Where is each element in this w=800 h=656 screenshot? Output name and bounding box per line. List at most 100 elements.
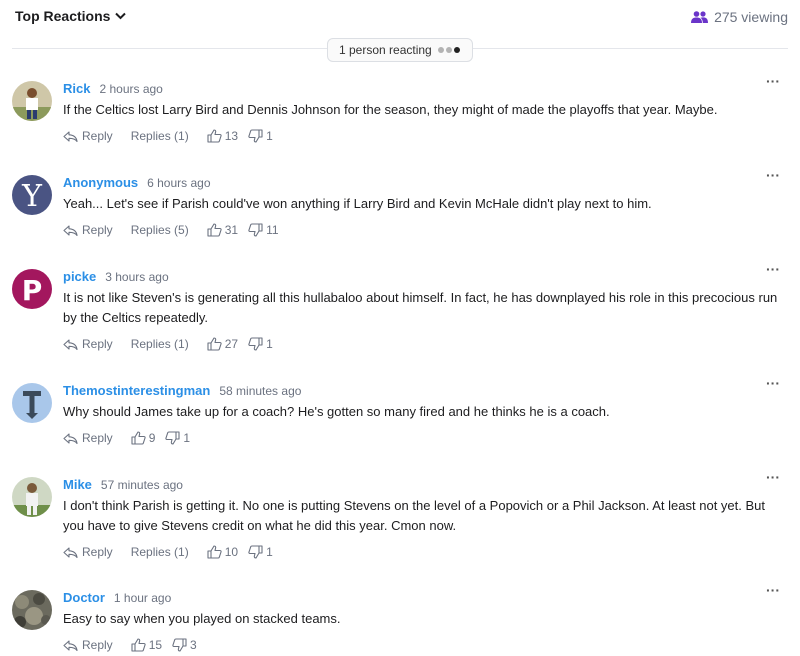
like-button[interactable]: 10 [207,545,238,559]
reply-button[interactable]: Reply [63,337,113,351]
people-icon [691,11,709,23]
comment-author[interactable]: Themostinterestingman [63,383,210,398]
viewing-text: 275 viewing [714,9,788,25]
comment-text: Yeah... Let's see if Parish could've won… [63,196,652,211]
replies-button[interactable]: Replies (1) [131,129,189,143]
viewer-count: 275 viewing [691,9,788,25]
reply-icon [63,130,78,142]
typing-dots-icon [437,47,462,53]
replies-button[interactable]: Replies (5) [131,223,189,237]
comment-time: 3 hours ago [105,270,169,284]
dislike-button[interactable]: 1 [248,337,273,351]
comment-time: 58 minutes ago [219,384,302,398]
more-options-icon[interactable]: ··· [766,469,780,485]
avatar[interactable] [12,590,52,630]
thumbs-down-icon [172,638,187,652]
dislike-count: 1 [266,337,273,351]
like-count: 10 [224,545,239,559]
more-options-icon[interactable]: ··· [766,375,780,391]
thumbs-up-icon [207,337,222,351]
reply-button[interactable]: Reply [63,223,113,237]
thumbs-up-icon [207,545,222,559]
replies-button[interactable]: Replies (1) [131,545,189,559]
dislike-button[interactable]: 3 [172,638,197,652]
comment-time: 2 hours ago [99,82,163,96]
dislike-button[interactable]: 1 [248,129,273,143]
dislike-count: 1 [183,431,191,445]
like-button[interactable]: 9 [131,431,156,445]
chevron-down-icon [115,12,127,20]
dislike-button[interactable]: 1 [248,545,273,559]
avatar[interactable] [12,383,52,423]
comment-author[interactable]: Anonymous [63,175,138,190]
reply-label: Reply [82,223,113,237]
comment-author[interactable]: Mike [63,477,92,492]
reply-button[interactable]: Reply [63,129,113,143]
reply-label: Reply [82,337,113,351]
reply-label: Reply [82,545,113,559]
dislike-count: 1 [266,129,273,143]
avatar[interactable]: Y [12,175,52,215]
thumbs-down-icon [248,129,263,143]
comment-time: 1 hour ago [113,591,172,605]
more-options-icon[interactable]: ··· [766,261,780,277]
dislike-count: 11 [266,223,279,237]
more-options-icon[interactable]: ··· [766,73,780,89]
comment-author[interactable]: Rick [63,81,90,96]
comment-author[interactable]: picke [63,269,96,284]
like-count: 27 [224,337,239,351]
like-count: 13 [224,129,239,143]
dislike-count: 3 [190,638,197,652]
thumbs-up-icon [207,129,222,143]
reply-icon [63,432,78,444]
thumbs-up-icon [207,223,222,237]
avatar[interactable]: P [12,269,52,309]
like-count: 9 [148,431,156,445]
reply-icon [63,224,78,236]
like-count: 31 [224,223,239,237]
reacting-indicator: 1 person reacting [327,38,473,62]
comment-text: Why should James take up for a coach? He… [63,404,610,419]
dislike-button[interactable]: 1 [165,431,190,445]
reply-label: Reply [82,129,113,143]
avatar[interactable] [12,81,52,121]
thumbs-down-icon [165,431,180,445]
svg-text:Y: Y [21,179,43,214]
like-button[interactable]: 27 [207,337,238,351]
comment-text: I don't think Parish is getting it. No o… [63,498,765,533]
comment-author[interactable]: Doctor [63,590,105,605]
replies-button[interactable]: Replies (1) [131,337,189,351]
sort-label: Top Reactions [15,8,111,24]
thumbs-up-icon [131,638,146,652]
thumbs-down-icon [248,337,263,351]
reply-icon [63,338,78,350]
avatar[interactable] [12,477,52,517]
like-button[interactable]: 15 [131,638,162,652]
dislike-count: 1 [266,545,273,559]
comment-text: If the Celtics lost Larry Bird and Denni… [63,102,718,117]
reply-button[interactable]: Reply [63,431,113,445]
comment-time: 57 minutes ago [100,478,183,492]
thumbs-down-icon [248,223,263,237]
reply-label: Reply [82,431,113,445]
more-options-icon[interactable]: ··· [766,582,780,598]
reply-icon [63,639,78,651]
reply-icon [63,546,78,558]
svg-text:P: P [22,274,43,307]
reply-button[interactable]: Reply [63,545,113,559]
dislike-button[interactable]: 11 [248,223,279,237]
sort-dropdown[interactable]: Top Reactions [15,8,127,24]
more-options-icon[interactable]: ··· [766,167,780,183]
like-button[interactable]: 13 [207,129,238,143]
comment-text: Easy to say when you played on stacked t… [63,611,341,626]
reply-button[interactable]: Reply [63,638,113,652]
thumbs-down-icon [248,545,263,559]
thumbs-up-icon [131,431,146,445]
reply-label: Reply [82,638,113,652]
comment-time: 6 hours ago [147,176,211,190]
like-button[interactable]: 31 [207,223,238,237]
reacting-text: 1 person reacting [339,43,432,57]
comments-header: Top Reactions 275 viewing [0,0,800,34]
like-count: 15 [148,638,163,652]
comment-text: It is not like Steven's is generating al… [63,290,778,325]
